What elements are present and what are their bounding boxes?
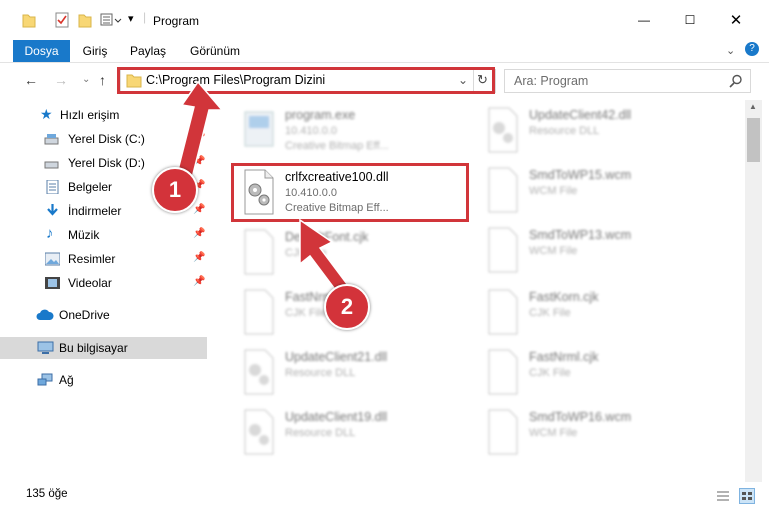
step-2-badge: 2 bbox=[324, 284, 370, 330]
annotation-arrows bbox=[176, 80, 352, 298]
arrow-1 bbox=[176, 80, 224, 179]
step-1-badge: 1 bbox=[152, 167, 198, 213]
